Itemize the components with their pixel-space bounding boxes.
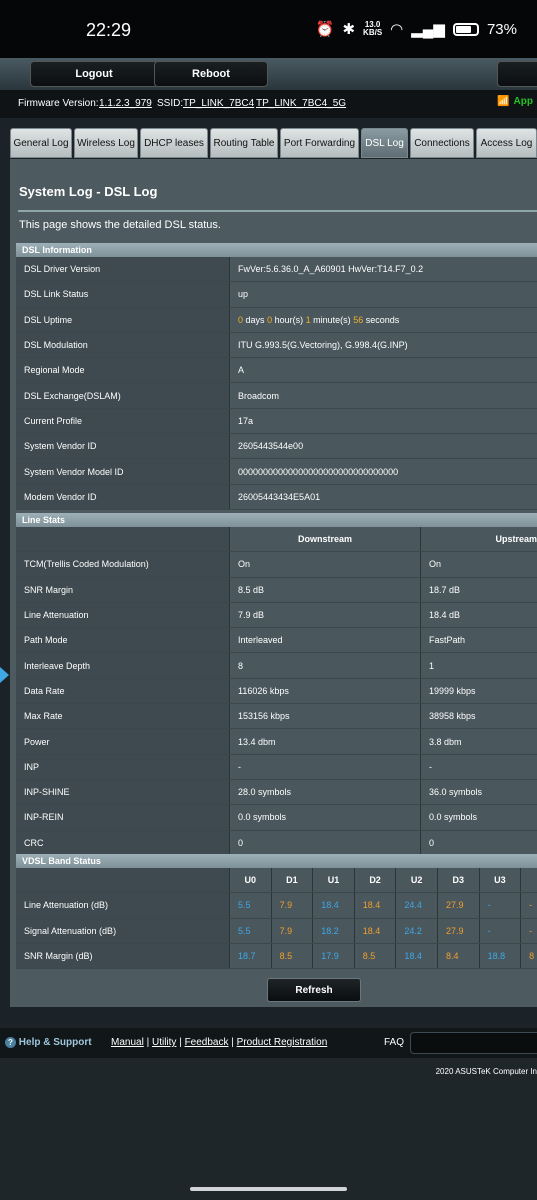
wifi-signal-icon: ◠ xyxy=(390,21,404,38)
lower-background xyxy=(0,1058,537,1200)
table-row: Modem Vendor ID 26005443434E5A01 xyxy=(16,484,537,510)
faq-label: FAQ xyxy=(384,1037,405,1048)
refresh-button[interactable]: Refresh xyxy=(267,978,361,1002)
page-description: This page shows the detailed DSL status. xyxy=(19,219,221,231)
copyright: 2020 ASUSTeK Computer In xyxy=(435,1067,537,1076)
alarm-icon: ⏰ xyxy=(315,21,335,38)
line-stats-section: Line Stats Downstream Upstream TCM(Trelli… xyxy=(16,513,537,856)
tab-connections[interactable]: Connections xyxy=(410,128,474,158)
firmware-version-link[interactable]: 1.1.2.3_979 xyxy=(99,98,152,109)
dsl-information-section: DSL Information DSL Driver Version FwVer:… xyxy=(16,243,537,510)
tab-dhcp-leases[interactable]: DHCP leases xyxy=(140,128,208,158)
battery-icon xyxy=(452,22,479,36)
footer-links: Manual | Utility | Feedback | Product Re… xyxy=(111,1037,328,1048)
firmware-label: Firmware Version: xyxy=(18,98,99,109)
tab-access-log[interactable]: Access Log xyxy=(476,128,537,158)
wifi-icon: 📶 xyxy=(497,96,510,107)
table-header-row: U0 D1 U1 D2 U2 D3 U3 xyxy=(16,868,537,894)
table-row: Regional Mode A xyxy=(16,358,537,384)
bluetooth-icon: ✱ xyxy=(342,21,356,38)
router-top-bar: Logout Reboot xyxy=(0,58,537,90)
utility-link[interactable]: Utility xyxy=(152,1037,176,1048)
help-support-link[interactable]: ? Help & Support xyxy=(5,1037,92,1048)
table-row: Interleave Depth 8 1 xyxy=(16,653,537,679)
battery-percent: 73% xyxy=(486,20,517,38)
table-row: Signal Attenuation (dB) 5.5 7.9 18.2 18.… xyxy=(16,918,537,944)
table-row: Data Rate 116026 kbps 19999 kbps xyxy=(16,678,537,705)
vdsl-band-status-section: VDSL Band Status U0 D1 U1 D2 U2 D3 U3 Li… xyxy=(16,854,537,970)
ssid-label: SSID: xyxy=(157,98,184,109)
app-indicator[interactable]: 📶 App xyxy=(497,96,533,107)
tab-port-forwarding[interactable]: Port Forwarding xyxy=(280,128,359,158)
log-tabs: General Log Wireless Log DHCP leases Rou… xyxy=(0,125,537,159)
table-row: DSL Modulation ITU G.993.5(G.Vectoring), … xyxy=(16,332,537,359)
dsl-uptime-value: 0 days 0 hour(s) 1 minute(s) 56 seconds xyxy=(230,307,537,332)
table-row: DSL Driver Version FwVer:5.6.36.0_A_A6090… xyxy=(16,257,537,283)
reboot-button[interactable]: Reboot xyxy=(154,61,268,87)
product-registration-link[interactable]: Product Registration xyxy=(237,1037,328,1048)
tab-dsl-log[interactable]: DSL Log xyxy=(361,128,408,158)
table-row: Line Attenuation 7.9 dB 18.4 dB xyxy=(16,602,537,629)
tab-routing-table[interactable]: Routing Table xyxy=(210,128,278,158)
feedback-link[interactable]: Feedback xyxy=(185,1037,229,1048)
section-heading: DSL Information xyxy=(16,243,537,257)
phone-status-bar: 22:29 ⏰ ✱ 13.0 KB/S ◠ ▂▄▆ 73% xyxy=(0,0,537,58)
page-title: System Log - DSL Log xyxy=(19,184,158,199)
table-row: TCM(Trellis Coded Modulation) On On xyxy=(16,552,537,578)
tab-wireless-log[interactable]: Wireless Log xyxy=(74,128,138,158)
title-divider xyxy=(18,210,537,212)
table-row: Power 13.4 dbm 3.8 dbm xyxy=(16,729,537,755)
network-speed: 13.0 KB/S xyxy=(363,20,383,37)
section-heading: VDSL Band Status xyxy=(16,854,537,868)
manual-link[interactable]: Manual xyxy=(111,1037,144,1048)
table-row: Current Profile 17a xyxy=(16,408,537,435)
table-row: INP - - xyxy=(16,754,537,780)
table-row: Max Rate 153156 kbps 38958 kbps xyxy=(16,704,537,730)
table-row: Path Mode Interleaved FastPath xyxy=(16,628,537,654)
help-icon: ? xyxy=(5,1037,16,1048)
table-row: INP-REIN 0.0 symbols 0.0 symbols xyxy=(16,805,537,831)
ssid-5g-link[interactable]: TP_LINK_7BC4_5G xyxy=(256,98,346,109)
status-icons: ⏰ ✱ 13.0 KB/S ◠ ▂▄▆ 73% xyxy=(315,20,517,39)
ssid-24g-link[interactable]: TP_LINK_7BC4 xyxy=(183,98,254,109)
table-row: DSL Exchange(DSLAM) Broadcom xyxy=(16,383,537,409)
table-row: SNR Margin 8.5 dB 18.7 dB xyxy=(16,577,537,603)
table-header-row: Downstream Upstream xyxy=(16,527,537,553)
footer-bar: ? Help & Support Manual | Utility | Feed… xyxy=(0,1028,537,1058)
tab-general-log[interactable]: General Log xyxy=(10,128,72,158)
logout-button[interactable]: Logout xyxy=(30,61,158,87)
faq-search-input[interactable] xyxy=(410,1032,537,1054)
home-indicator[interactable] xyxy=(190,1187,347,1191)
table-row: CRC 0 0 xyxy=(16,830,537,856)
table-row: SNR Margin (dB) 18.7 8.5 17.9 8.5 18.4 8… xyxy=(16,943,537,970)
table-row: DSL Link Status up xyxy=(16,282,537,308)
table-row: DSL Uptime 0 days 0 hour(s) 1 minute(s) … xyxy=(16,307,537,333)
table-row: System Vendor Model ID 000000000000000000… xyxy=(16,459,537,485)
table-row: Line Attenuation (dB) 5.5 7.9 18.4 18.4 … xyxy=(16,893,537,919)
firmware-bar: Firmware Version: 1.1.2.3_979 SSID: TP_L… xyxy=(0,90,537,118)
table-row: System Vendor ID 2605443544e00 xyxy=(16,434,537,460)
language-button[interactable] xyxy=(497,61,537,87)
dsl-log-panel: System Log - DSL Log This page shows the… xyxy=(10,159,537,1007)
cell-signal-icon: ▂▄▆ xyxy=(411,21,445,38)
clock: 22:29 xyxy=(86,20,132,40)
table-row: INP-SHINE 28.0 symbols 36.0 symbols xyxy=(16,779,537,806)
section-heading: Line Stats xyxy=(16,513,537,527)
side-menu-arrow-icon[interactable] xyxy=(0,667,9,683)
